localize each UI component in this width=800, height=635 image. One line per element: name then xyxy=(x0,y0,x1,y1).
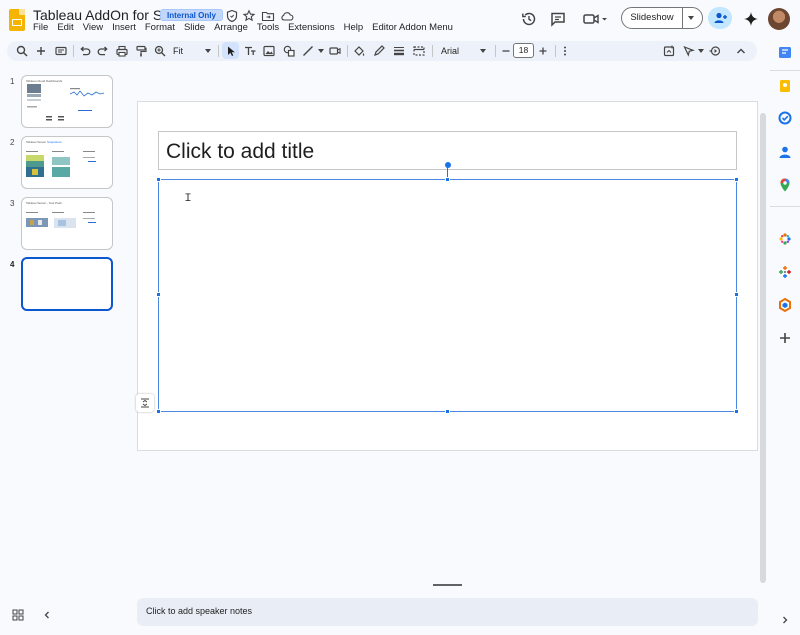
resize-handle-top[interactable] xyxy=(445,177,450,182)
resize-handle-bottom[interactable] xyxy=(445,409,450,414)
slideshow-dropdown-icon[interactable] xyxy=(688,16,694,20)
fill-color-icon[interactable] xyxy=(352,44,366,58)
insert-image-icon[interactable] xyxy=(262,44,276,58)
rotate-handle[interactable] xyxy=(445,162,451,168)
addon-hexagon-icon[interactable] xyxy=(777,297,793,313)
video-icon[interactable] xyxy=(328,44,342,58)
collapse-toolbar-icon[interactable] xyxy=(734,44,748,58)
move-folder-icon[interactable] xyxy=(261,9,275,23)
insert-addon-icon[interactable] xyxy=(662,44,676,58)
border-color-icon[interactable] xyxy=(372,44,386,58)
addon-tableau-icon[interactable] xyxy=(777,264,793,280)
resize-handle-top-left[interactable] xyxy=(156,177,161,182)
tasks-icon[interactable] xyxy=(777,110,793,126)
zoom-select[interactable]: Fit xyxy=(173,46,183,56)
speaker-notes-placeholder: Click to add speaker notes xyxy=(146,606,253,616)
menu-view[interactable]: View xyxy=(83,22,103,33)
menu-slide[interactable]: Slide xyxy=(184,22,205,33)
slideshow-label: Slideshow xyxy=(630,12,674,23)
search-menus-icon[interactable] xyxy=(15,44,29,58)
resize-handle-top-right[interactable] xyxy=(734,177,739,182)
font-dropdown-icon[interactable] xyxy=(480,49,486,53)
resize-handle-bottom-right[interactable] xyxy=(734,409,739,414)
resize-handle-right[interactable] xyxy=(734,292,739,297)
resize-handle-left[interactable] xyxy=(156,292,161,297)
menu-insert[interactable]: Insert xyxy=(112,22,136,33)
line-icon[interactable] xyxy=(301,44,315,58)
star-icon[interactable] xyxy=(242,9,256,23)
body-placeholder-selected[interactable] xyxy=(158,179,737,412)
shield-icon[interactable] xyxy=(225,9,239,23)
grid-view-icon[interactable] xyxy=(12,609,24,621)
expand-side-panel-icon[interactable] xyxy=(780,614,790,626)
menu-file[interactable]: File xyxy=(33,22,48,33)
font-select[interactable]: Arial xyxy=(441,46,459,56)
pointer-tool-icon[interactable] xyxy=(682,44,696,58)
speaker-notes[interactable]: Click to add speaker notes xyxy=(137,598,758,626)
menu-edit[interactable]: Edit xyxy=(57,22,73,33)
line-dropdown-icon[interactable] xyxy=(318,49,324,53)
share-button[interactable] xyxy=(708,7,732,29)
slide-number: 3 xyxy=(10,199,15,208)
menu-help[interactable]: Help xyxy=(344,22,364,33)
text-cursor-icon: Ｉ xyxy=(183,193,193,204)
redo-icon[interactable] xyxy=(96,44,110,58)
menu-bar: File Edit View Insert Format Slide Arran… xyxy=(33,22,462,33)
collapse-filmstrip-icon[interactable] xyxy=(42,609,52,621)
increase-font-icon[interactable] xyxy=(536,44,550,58)
classification-badge[interactable]: Internal Only xyxy=(160,9,223,21)
slide-thumbnail-4-selected[interactable] xyxy=(21,257,113,311)
border-weight-icon[interactable] xyxy=(392,44,406,58)
new-slide-layout-icon[interactable] xyxy=(54,44,68,58)
maps-icon[interactable] xyxy=(777,177,793,193)
title-placeholder-text: Click to add title xyxy=(166,140,315,163)
decrease-font-icon[interactable] xyxy=(499,44,513,58)
addon-pinwheel-icon[interactable] xyxy=(777,231,793,247)
vertical-scrollbar[interactable] xyxy=(760,113,766,583)
text-box-icon[interactable] xyxy=(243,44,257,58)
meet-icon[interactable] xyxy=(582,10,610,28)
cloud-status-icon[interactable] xyxy=(280,9,294,23)
undo-icon[interactable] xyxy=(78,44,92,58)
new-slide-icon[interactable] xyxy=(34,44,48,58)
add-addon-icon[interactable] xyxy=(777,330,793,346)
slide-thumbnail-2[interactable]: Tableau Server Superstore xyxy=(21,136,113,189)
resize-handle-bottom-left[interactable] xyxy=(156,409,161,414)
print-icon[interactable] xyxy=(115,44,129,58)
shape-icon[interactable] xyxy=(282,44,296,58)
gemini-icon[interactable] xyxy=(742,10,760,28)
border-dash-icon[interactable] xyxy=(412,44,426,58)
comments-icon[interactable] xyxy=(549,10,567,28)
select-cursor-icon[interactable] xyxy=(224,44,238,58)
more-options-icon[interactable] xyxy=(558,44,572,58)
transition-icon[interactable] xyxy=(708,44,722,58)
slide-number: 4 xyxy=(10,260,15,269)
menu-editor-addon[interactable]: Editor Addon Menu xyxy=(372,22,453,33)
slideshow-button[interactable]: Slideshow xyxy=(621,7,703,29)
zoom-dropdown-icon[interactable] xyxy=(205,49,211,53)
autofit-options-button[interactable] xyxy=(136,394,154,412)
slides-logo-icon[interactable] xyxy=(9,9,25,31)
menu-format[interactable]: Format xyxy=(145,22,175,33)
keep-icon[interactable] xyxy=(777,44,793,60)
keep-notes-icon[interactable] xyxy=(777,78,793,94)
slide-thumbnail-3[interactable]: Tableau Server - Test Pack xyxy=(21,197,113,250)
slide-thumbnail-1[interactable]: Tableau Cloud Dashboards xyxy=(21,75,113,128)
menu-extensions[interactable]: Extensions xyxy=(288,22,334,33)
zoom-icon[interactable] xyxy=(153,44,167,58)
slide-number: 1 xyxy=(10,77,15,86)
notes-resize-handle[interactable] xyxy=(433,584,462,586)
avatar[interactable] xyxy=(768,8,790,30)
contacts-icon[interactable] xyxy=(777,144,793,160)
menu-tools[interactable]: Tools xyxy=(257,22,279,33)
font-size-input[interactable]: 18 xyxy=(513,43,534,58)
version-history-icon[interactable] xyxy=(520,10,538,28)
slide-number: 2 xyxy=(10,138,15,147)
pointer-dropdown-icon[interactable] xyxy=(698,49,704,53)
paint-format-icon[interactable] xyxy=(134,44,148,58)
menu-arrange[interactable]: Arrange xyxy=(214,22,248,33)
